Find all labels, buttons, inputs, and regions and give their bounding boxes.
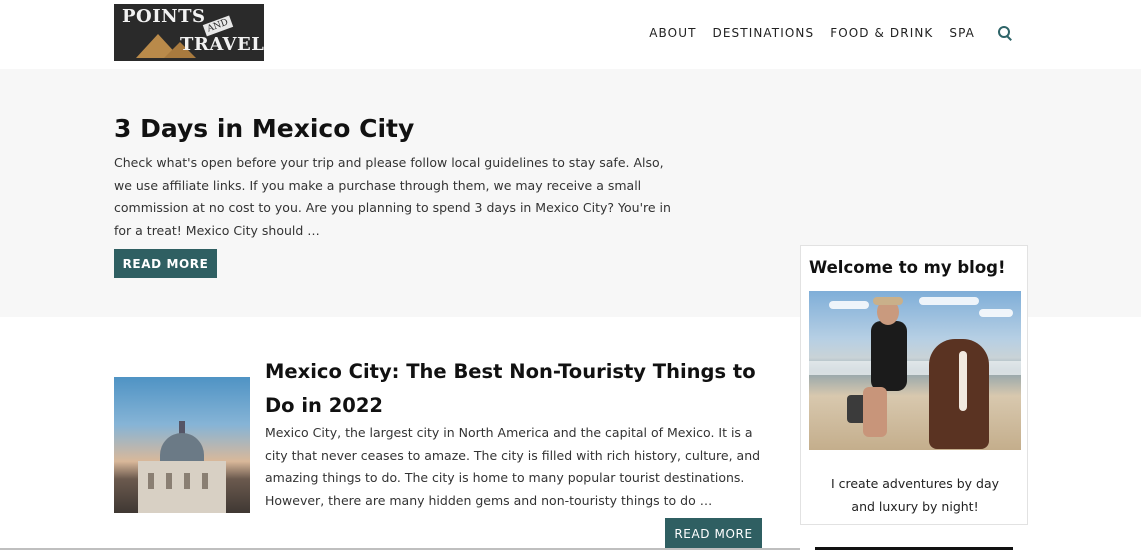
thumbnail-dome	[160, 433, 204, 463]
featured-read-more-button[interactable]: READ MORE	[114, 249, 217, 278]
photo-cloud	[979, 309, 1013, 317]
main-nav: ABOUT DESTINATIONS FOOD & DRINK SPA	[633, 25, 1013, 41]
site-header: POINTS AND TRAVEL ABOUT DESTINATIONS FOO…	[0, 0, 1141, 69]
post-excerpt: Mexico City, the largest city in North A…	[265, 425, 761, 508]
photo-surf	[809, 361, 1021, 375]
site-logo[interactable]: POINTS AND TRAVEL	[114, 4, 264, 61]
search-icon-handle	[1006, 35, 1012, 41]
nav-item-about[interactable]: ABOUT	[649, 26, 696, 40]
featured-post-excerpt: Check what's open before your trip and p…	[114, 155, 671, 238]
thumbnail-window	[202, 473, 208, 489]
photo-rider	[871, 321, 907, 391]
nav-item-food-drink[interactable]: FOOD & DRINK	[830, 26, 933, 40]
widget-text-line2: and luxury by night!	[851, 498, 979, 514]
widget-text-line1: I create adventures by day	[830, 476, 1000, 491]
photo-cloud	[829, 301, 869, 309]
photo-rider-legs	[863, 387, 887, 437]
thumbnail-window	[148, 473, 154, 489]
featured-post-title[interactable]: 3 Days in Mexico City	[114, 114, 414, 143]
nav-item-spa[interactable]: SPA	[949, 26, 975, 40]
photo-rider-hat	[873, 297, 903, 305]
logo-word-travel: TRAVEL	[180, 34, 264, 55]
thumbnail-window	[184, 473, 190, 489]
widget-title: Welcome to my blog!	[809, 258, 1006, 277]
photo-horse-blaze	[959, 351, 967, 411]
post-read-more-button[interactable]: READ MORE	[665, 518, 762, 549]
welcome-widget: Welcome to my blog! I create adventures …	[800, 245, 1028, 525]
thumbnail-window	[166, 473, 172, 489]
widget-text: I create adventures by day and luxury by…	[809, 473, 1021, 518]
search-icon[interactable]	[997, 25, 1013, 41]
logo-word-points: POINTS	[122, 6, 206, 27]
post-title[interactable]: Mexico City: The Best Non-Touristy Thing…	[265, 355, 770, 423]
nav-item-destinations[interactable]: DESTINATIONS	[713, 26, 815, 40]
photo-cloud	[919, 297, 979, 305]
author-photo	[809, 291, 1021, 450]
post-thumbnail[interactable]	[114, 377, 250, 513]
